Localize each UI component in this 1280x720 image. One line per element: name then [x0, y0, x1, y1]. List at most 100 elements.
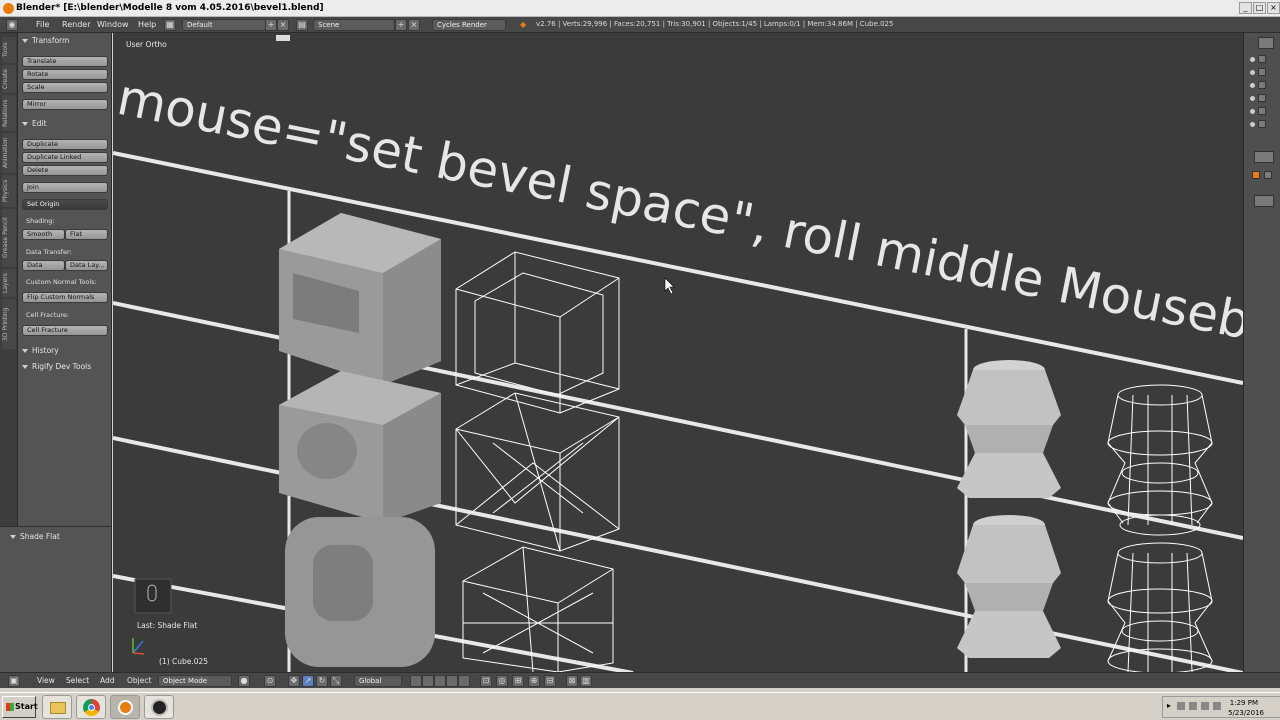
menu-render[interactable]: Render	[62, 20, 90, 29]
scene-properties-icon[interactable]	[1264, 171, 1272, 179]
maximize-button[interactable]: □	[1253, 2, 1266, 14]
tab-physics[interactable]: Physics	[2, 175, 16, 207]
clock-time[interactable]: 1:29 PM	[1230, 699, 1258, 707]
tab-animation[interactable]: Animation	[2, 133, 16, 173]
tab-3d-printing[interactable]: 3D Printing	[2, 299, 16, 349]
flat-button[interactable]: Flat	[65, 229, 108, 240]
visibility-icon[interactable]	[1250, 70, 1255, 75]
tab-create[interactable]: Create	[2, 65, 16, 93]
mode-dropdown[interactable]: Object Mode	[158, 675, 232, 687]
render-anim-icon[interactable]: ▥	[580, 675, 592, 687]
tray-icon[interactable]	[1177, 702, 1185, 710]
layer-button[interactable]	[434, 675, 446, 687]
snap-target-icon[interactable]: ⊟	[544, 675, 556, 687]
tray-expand-icon[interactable]: ▸	[1167, 701, 1171, 710]
join-button[interactable]: Join	[22, 182, 108, 193]
visibility-icon[interactable]	[1250, 83, 1255, 88]
visibility-icon[interactable]	[1250, 109, 1255, 114]
delete-button[interactable]: Delete	[22, 165, 108, 176]
clock-date[interactable]: 5/23/2016	[1228, 709, 1264, 717]
snap-icon[interactable]: ⊞	[512, 675, 524, 687]
manipulator-icon[interactable]: ✥	[288, 675, 300, 687]
data-button[interactable]: Data	[22, 260, 65, 271]
outliner-type-icon[interactable]	[1258, 37, 1274, 49]
scene-icon[interactable]: ▤	[296, 19, 308, 31]
menu-view[interactable]: View	[37, 676, 55, 685]
editor-type-icon[interactable]: ▣	[8, 675, 20, 687]
tab-tools[interactable]: Tools	[2, 37, 16, 63]
tab-layers[interactable]: Layers	[2, 269, 16, 297]
layer-button[interactable]	[446, 675, 458, 687]
shading-mode-icon[interactable]: ●	[238, 675, 250, 687]
restrict-select-icon[interactable]	[1258, 55, 1266, 63]
lock-icon[interactable]: ⊡	[480, 675, 492, 687]
render-preview-icon[interactable]: ⊠	[566, 675, 578, 687]
tab-grease-pencil[interactable]: Grease Pencil	[2, 209, 16, 267]
obs-taskbar-icon[interactable]	[144, 695, 174, 719]
tab-relations[interactable]: Relations	[2, 95, 16, 131]
duplicate-linked-button[interactable]: Duplicate Linked	[22, 152, 108, 163]
minimize-button[interactable]: _	[1239, 2, 1252, 14]
edit-panel-header[interactable]: Edit	[22, 119, 47, 128]
layout-field[interactable]: Default	[182, 19, 266, 31]
pivot-icon[interactable]: ⊙	[264, 675, 276, 687]
volume-icon[interactable]	[1213, 702, 1221, 710]
history-panel-header[interactable]: History	[22, 346, 59, 355]
restrict-select-icon[interactable]	[1258, 94, 1266, 102]
scene-field[interactable]: Scene	[313, 19, 395, 31]
proportional-edit-icon[interactable]: ◎	[496, 675, 508, 687]
start-button[interactable]: Start	[2, 696, 38, 718]
orientation-dropdown[interactable]: Global	[354, 675, 402, 687]
operator-panel-header[interactable]: Shade Flat	[10, 532, 60, 541]
scale-button[interactable]: Scale	[22, 82, 108, 93]
rigify-panel-header[interactable]: Rigify Dev Tools	[22, 362, 91, 371]
rotate-button[interactable]: Rotate	[22, 69, 108, 80]
layout-grid-icon[interactable]: ▦	[164, 19, 176, 31]
visibility-icon[interactable]	[1250, 96, 1255, 101]
tray-icon[interactable]	[1201, 702, 1209, 710]
restrict-select-icon[interactable]	[1258, 120, 1266, 128]
cell-fracture-button[interactable]: Cell Fracture	[22, 325, 108, 336]
add-scene-icon[interactable]: +	[395, 19, 407, 31]
visibility-icon[interactable]	[1250, 57, 1255, 62]
set-origin-dropdown[interactable]: Set Origin	[22, 199, 108, 210]
close-button[interactable]: ×	[1267, 2, 1280, 14]
menu-help[interactable]: Help	[138, 20, 156, 29]
restrict-select-icon[interactable]	[1258, 81, 1266, 89]
menu-window[interactable]: Window	[97, 20, 129, 29]
snap-element-icon[interactable]: ⊕	[528, 675, 540, 687]
layer-button[interactable]	[422, 675, 434, 687]
restrict-select-icon[interactable]	[1258, 68, 1266, 76]
layer-button[interactable]	[410, 675, 422, 687]
flip-custom-normals-button[interactable]: Flip Custom Normals	[22, 292, 108, 303]
restrict-select-icon[interactable]	[1258, 107, 1266, 115]
menu-select[interactable]: Select	[66, 676, 89, 685]
rotate-manip-icon[interactable]: ↻	[316, 675, 328, 687]
add-layout-icon[interactable]: +	[265, 19, 277, 31]
render-properties-icon[interactable]	[1252, 171, 1260, 179]
translate-button[interactable]: Translate	[22, 56, 108, 67]
add-icon[interactable]	[1254, 195, 1274, 207]
data-layers-button[interactable]: Data Lay...	[65, 260, 108, 271]
3d-viewport[interactable]: mouse="set bevel space", roll middle Mou…	[113, 33, 1243, 672]
visibility-icon[interactable]	[1250, 122, 1255, 127]
translate-manip-icon[interactable]: ↗	[302, 675, 314, 687]
menu-file[interactable]: File	[36, 20, 49, 29]
chrome-taskbar-icon[interactable]	[76, 695, 106, 719]
remove-scene-icon[interactable]: ×	[408, 19, 420, 31]
blender-taskbar-icon[interactable]	[110, 695, 140, 719]
smooth-button[interactable]: Smooth	[22, 229, 65, 240]
menu-add[interactable]: Add	[100, 676, 115, 685]
remove-layout-icon[interactable]: ×	[277, 19, 289, 31]
render-engine-dropdown[interactable]: Cycles Render	[432, 19, 506, 31]
properties-type-icon[interactable]	[1254, 151, 1274, 163]
tray-icon[interactable]	[1189, 702, 1197, 710]
mirror-button[interactable]: Mirror	[22, 99, 108, 110]
layer-button[interactable]	[458, 675, 470, 687]
menu-object[interactable]: Object	[127, 676, 151, 685]
scale-manip-icon[interactable]: ⤡	[330, 675, 342, 687]
explorer-taskbar-icon[interactable]	[42, 695, 72, 719]
transform-panel-header[interactable]: Transform	[22, 36, 69, 45]
duplicate-button[interactable]: Duplicate	[22, 139, 108, 150]
editor-type-icon[interactable]: ◉	[6, 19, 18, 31]
